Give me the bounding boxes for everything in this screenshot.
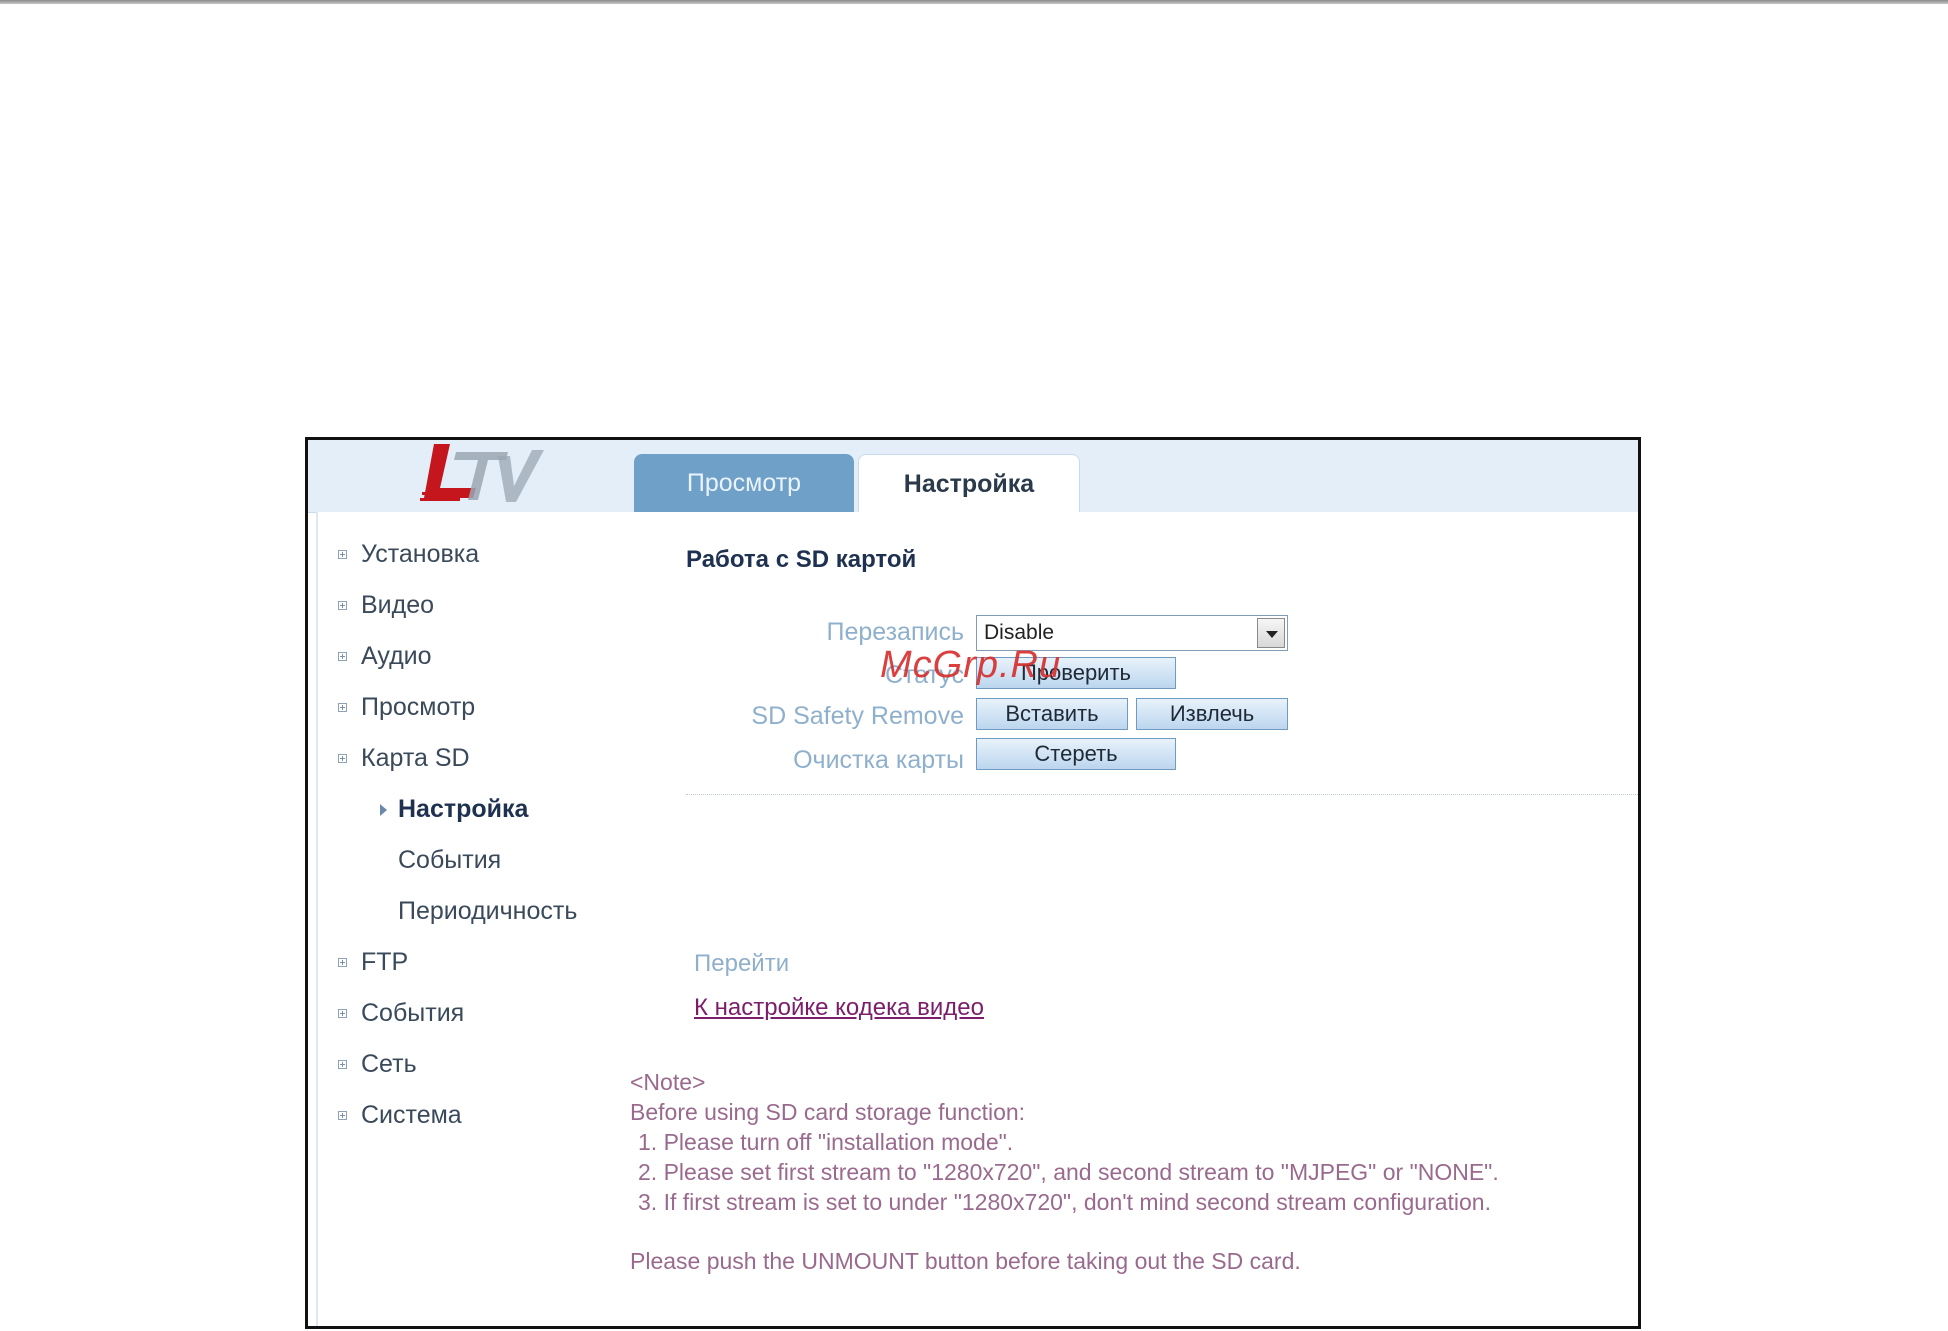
sidebar-item-system[interactable]: Система bbox=[338, 1101, 462, 1130]
expand-plus-icon bbox=[338, 703, 347, 712]
sidebar-item-label: Установка bbox=[361, 540, 480, 568]
expand-plus-icon bbox=[338, 754, 347, 763]
sidebar-item-label: FTP bbox=[361, 948, 409, 976]
codec-settings-link[interactable]: К настройке кодека видео bbox=[694, 994, 984, 1022]
header-bar: Просмотр Настройка bbox=[308, 440, 1638, 514]
overwrite-select-value: Disable bbox=[984, 621, 1055, 644]
sidebar-subitem-label: События bbox=[398, 846, 502, 874]
tab-settings[interactable]: Настройка bbox=[858, 454, 1080, 514]
tab-view[interactable]: Просмотр bbox=[634, 454, 854, 512]
watermark: McGrp.Ru bbox=[880, 644, 1062, 686]
sidebar-item-sd-card[interactable]: Карта SD bbox=[338, 744, 470, 773]
sidebar-subitem-schedule[interactable]: Периодичность bbox=[398, 897, 577, 926]
note-item: 2. Please set first stream to "1280x720"… bbox=[638, 1159, 1499, 1185]
sidebar-subitem-events[interactable]: События bbox=[398, 846, 501, 875]
dropdown-arrow-icon[interactable] bbox=[1257, 618, 1285, 648]
sidebar-item-events[interactable]: События bbox=[338, 999, 464, 1028]
goto-label: Перейти bbox=[694, 950, 790, 977]
sidebar-item-label: События bbox=[361, 999, 465, 1027]
caret-right-icon bbox=[380, 804, 387, 816]
overwrite-label: Перезапись bbox=[826, 618, 964, 646]
sidebar-item-label: Просмотр bbox=[361, 693, 476, 721]
expand-plus-icon bbox=[338, 1009, 347, 1018]
top-rule bbox=[0, 0, 1948, 4]
expand-plus-icon bbox=[338, 652, 347, 661]
sidebar-item-label: Карта SD bbox=[361, 744, 470, 772]
sidebar-subitem-label: Настройка bbox=[398, 795, 529, 823]
sidebar-item-ftp[interactable]: FTP bbox=[338, 948, 408, 977]
sidebar-subitem-label: Периодичность bbox=[398, 897, 578, 925]
note-item: 3. If first stream is set to under "1280… bbox=[638, 1189, 1491, 1215]
sidebar-item-label: Аудио bbox=[361, 642, 432, 670]
note-block: <Note> Before using SD card storage func… bbox=[630, 1067, 1499, 1276]
page-title: Работа с SD картой bbox=[686, 546, 917, 573]
note-footer: Please push the UNMOUNT button before ta… bbox=[630, 1248, 1301, 1274]
sidebar-item-label: Система bbox=[361, 1101, 462, 1129]
ltv-logo bbox=[420, 444, 544, 502]
expand-plus-icon bbox=[338, 601, 347, 610]
note-intro: Before using SD card storage function: bbox=[630, 1099, 1026, 1125]
sidebar-item-view[interactable]: Просмотр bbox=[338, 693, 475, 722]
note-heading: <Note> bbox=[630, 1069, 706, 1095]
sd-safety-remove-label: SD Safety Remove bbox=[751, 702, 964, 730]
sidebar: Установка Видео Аудио Просмотр Карта SD … bbox=[316, 512, 632, 1326]
sidebar-item-label: Видео bbox=[361, 591, 435, 619]
sidebar-subitem-settings[interactable]: Настройка bbox=[380, 795, 529, 824]
expand-plus-icon bbox=[338, 1060, 347, 1069]
camera-web-ui: Просмотр Настройка Установка Видео Аудио… bbox=[305, 437, 1641, 1329]
expand-plus-icon bbox=[338, 1111, 347, 1120]
insert-button[interactable]: Вставить bbox=[976, 698, 1128, 730]
divider bbox=[686, 794, 1638, 795]
clear-card-label: Очистка карты bbox=[793, 746, 964, 774]
sidebar-item-label: Сеть bbox=[361, 1050, 417, 1078]
sidebar-item-setup[interactable]: Установка bbox=[338, 540, 479, 569]
main-content: Работа с SD картой Перезапись Disable Ст… bbox=[628, 512, 1638, 1326]
expand-plus-icon bbox=[338, 550, 347, 559]
note-item: 1. Please turn off "installation mode". bbox=[638, 1129, 1014, 1155]
sidebar-item-network[interactable]: Сеть bbox=[338, 1050, 417, 1079]
sidebar-item-audio[interactable]: Аудио bbox=[338, 642, 432, 671]
expand-plus-icon bbox=[338, 958, 347, 967]
eject-button[interactable]: Извлечь bbox=[1136, 698, 1288, 730]
sidebar-item-video[interactable]: Видео bbox=[338, 591, 434, 620]
erase-button[interactable]: Стереть bbox=[976, 738, 1176, 770]
